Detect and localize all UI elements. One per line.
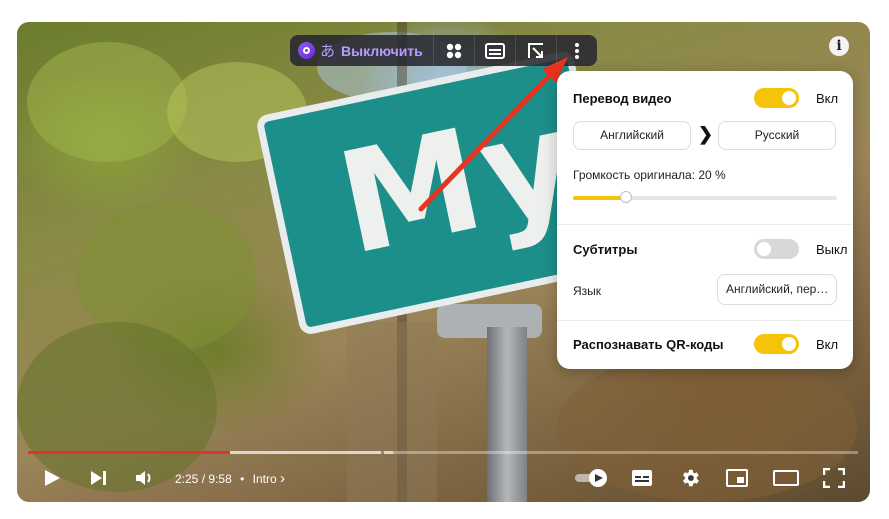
miniplayer-icon [726, 469, 748, 487]
translation-toolbar: あ Выключить [290, 35, 597, 66]
bullet: • [240, 472, 245, 486]
info-icon[interactable]: i [829, 36, 849, 56]
subtitles-icon [484, 42, 505, 59]
resize-button[interactable] [514, 35, 556, 66]
fullscreen-icon [823, 468, 845, 488]
subtitles-language-select[interactable]: Английский, пер… [717, 274, 837, 305]
subtitles-toggle[interactable] [754, 239, 799, 259]
source-language-button[interactable]: Английский [573, 121, 691, 150]
current-time: 2:25 [175, 472, 199, 486]
resize-icon [527, 42, 543, 58]
original-volume-label: Громкость оригинала: 20 % [573, 168, 726, 182]
next-icon [91, 471, 106, 485]
disable-label: Выключить [341, 42, 423, 59]
subtitles-language-label: Язык [573, 284, 602, 298]
time-display: 2:25 / 9:58 • Intro › [175, 470, 285, 487]
fullscreen-button[interactable] [823, 466, 845, 490]
miniplayer-button[interactable] [726, 466, 748, 490]
autoplay-icon [575, 469, 607, 487]
settings-button[interactable] [679, 466, 701, 490]
volume-button[interactable] [135, 466, 155, 490]
chevron-right-icon: › [280, 470, 285, 487]
gear-icon [683, 469, 699, 487]
chapter-button[interactable]: Intro › [252, 470, 285, 487]
captions-icon [632, 470, 652, 486]
alice-icon [298, 42, 315, 59]
original-volume-slider[interactable] [573, 191, 837, 203]
autoplay-toggle[interactable] [574, 466, 610, 490]
volume-icon [136, 471, 151, 485]
translate-icon: あ [320, 43, 336, 60]
qr-codes-state: Вкл [816, 337, 839, 352]
apps-grid-button[interactable] [432, 35, 474, 66]
chevron-right-icon: ❯ [698, 124, 714, 144]
chapter-title: Intro [252, 472, 277, 486]
more-vertical-icon [574, 42, 579, 59]
chapter-marker [381, 451, 384, 454]
time-separator: / [201, 472, 206, 486]
subtitles-state: Выкл [816, 242, 848, 257]
volume-slider-handle[interactable] [619, 191, 632, 203]
captions-button[interactable] [631, 466, 653, 490]
video-translation-state: Вкл [816, 91, 839, 106]
theater-mode-icon [773, 470, 799, 486]
apps-grid-icon [446, 43, 461, 58]
translation-settings-panel: Перевод видео Вкл Английский ❯ Русский Г… [557, 71, 853, 369]
foliage [27, 42, 187, 162]
theater-mode-button[interactable] [773, 466, 799, 490]
video-translation-toggle[interactable] [754, 88, 799, 108]
disable-translation-button[interactable]: あ Выключить [290, 35, 433, 66]
subtitles-button[interactable] [473, 35, 515, 66]
qr-codes-toggle[interactable] [754, 334, 799, 354]
volume-fill [573, 196, 626, 200]
target-language-button[interactable]: Русский [718, 121, 836, 150]
sign-text: My [325, 77, 593, 287]
play-icon [45, 470, 60, 486]
video-translation-title: Перевод видео [573, 91, 672, 106]
play-button[interactable] [42, 466, 62, 490]
next-button[interactable] [90, 466, 108, 490]
divider [557, 224, 853, 225]
sign-post [487, 327, 527, 502]
qr-codes-title: Распознавать QR-коды [573, 337, 724, 352]
progress-played [28, 451, 230, 454]
tree-trunk [347, 322, 437, 502]
duration: 9:58 [208, 472, 232, 486]
progress-bar[interactable] [28, 451, 858, 454]
more-menu-button[interactable] [555, 35, 597, 66]
divider [557, 320, 853, 321]
subtitles-title: Субтитры [573, 242, 638, 257]
